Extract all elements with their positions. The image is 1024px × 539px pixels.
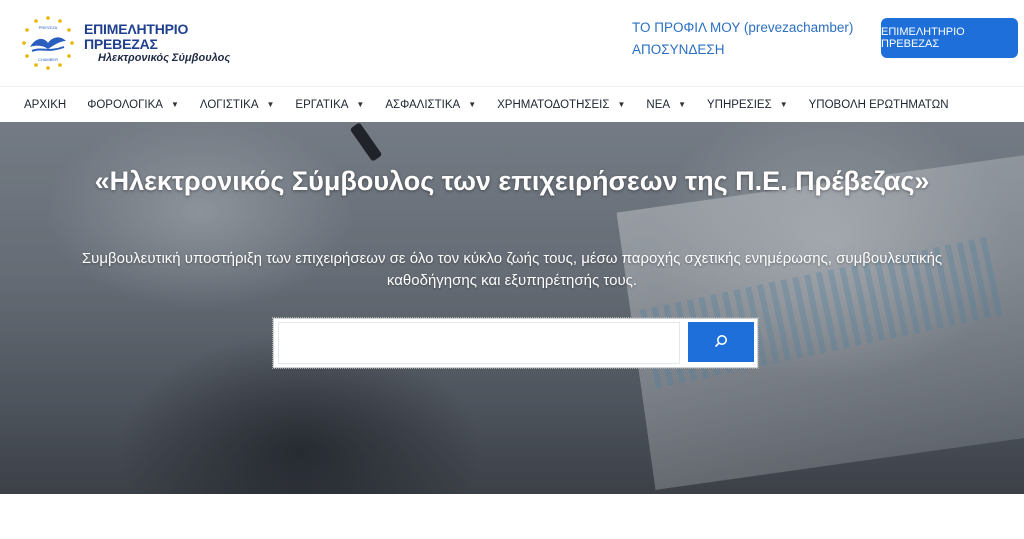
nav-item-funding[interactable]: ΧΡΗΜΑΤΟΔΟΤΗΣΕΙΣ ▼ [497, 99, 625, 111]
nav-item-label: ΥΠΟΒΟΛΗ ΕΡΩΤΗΜΑΤΩΝ [808, 98, 949, 111]
search-icon [714, 334, 728, 351]
nav-item-label: ΑΣΦΑΛΙΣΤΙΚΑ [385, 98, 461, 111]
nav-item-label: ΛΟΓΙΣΤΙΚΑ [199, 98, 259, 111]
nav-item-label: ΕΡΓΑΤΙΚΑ [295, 98, 349, 111]
chamber-emblem-icon: PREVEZA CHAMBER [18, 13, 78, 73]
nav-item-submit-questions[interactable]: ΥΠΟΒΟΛΗ ΕΡΩΤΗΜΑΤΩΝ [809, 99, 949, 111]
nav-item-insurance[interactable]: ΑΣΦΑΛΙΣΤΙΚΑ ▼ [385, 99, 476, 111]
nav-item-tax[interactable]: ΦΟΡΟΛΟΓΙΚΑ ▼ [87, 99, 179, 111]
site-logo[interactable]: PREVEZA CHAMBER ΕΠΙΜΕΛΗΤΗΡΙΟ ΠΡΕΒΕΖΑΣ Ηλ… [18, 12, 248, 74]
main-navigation: ΑΡΧΙΚΗ ΦΟΡΟΛΟΓΙΚΑ ▼ ΛΟΓΙΣΤΙΚΑ ▼ ΕΡΓΑΤΙΚΑ… [0, 86, 1024, 122]
profile-link[interactable]: ΤΟ ΠΡΟΦΙΛ ΜΟΥ (prevezachamber) [632, 17, 853, 39]
svg-text:PREVEZA: PREVEZA [39, 25, 58, 30]
chevron-down-icon: ▼ [617, 100, 626, 109]
site-header: PREVEZA CHAMBER ΕΠΙΜΕΛΗΤΗΡΙΟ ΠΡΕΒΕΖΑΣ Ηλ… [0, 0, 1024, 86]
nav-item-label: ΝΕΑ [646, 98, 671, 111]
nav-item-news[interactable]: ΝΕΑ ▼ [646, 99, 686, 111]
nav-item-labor[interactable]: ΕΡΓΑΤΙΚΑ ▼ [295, 99, 364, 111]
nav-item-label: ΑΡΧΙΚΗ [24, 98, 67, 111]
search-input[interactable] [278, 322, 680, 364]
chevron-down-icon: ▼ [356, 100, 365, 109]
chevron-down-icon: ▼ [266, 100, 275, 109]
hero-description: Συμβουλευτική υποστήριξη των επιχειρήσεω… [20, 248, 1004, 292]
svg-text:CHAMBER: CHAMBER [38, 57, 58, 62]
logo-subtitle: Ηλεκτρονικός Σύμβουλος [98, 52, 231, 65]
nav-item-services[interactable]: ΥΠΗΡΕΣΙΕΣ ▼ [707, 99, 788, 111]
chevron-down-icon: ▼ [170, 100, 179, 109]
nav-item-label: ΧΡΗΜΑΤΟΔΟΤΗΣΕΙΣ [497, 98, 610, 111]
nav-item-home[interactable]: ΑΡΧΙΚΗ [24, 99, 66, 111]
chevron-down-icon: ▼ [678, 100, 686, 109]
nav-item-accounting[interactable]: ΛΟΓΙΣΤΙΚΑ ▼ [200, 99, 275, 111]
hero-description-line: Συμβουλευτική υποστήριξη των επιχειρήσεω… [81, 250, 943, 267]
hero-title: «Ηλεκτρονικός Σύμβουλος των επιχειρήσεων… [94, 166, 930, 196]
search-form [272, 317, 759, 369]
chamber-button[interactable]: ΕΠΙΜΕΛΗΤΗΡΙΟ ΠΡΕΒΕΖΑΣ [881, 18, 1018, 58]
account-links: ΤΟ ΠΡΟΦΙΛ ΜΟΥ (prevezachamber) ΑΠΟΣΥΝΔΕΣ… [632, 17, 853, 61]
nav-item-label: ΥΠΗΡΕΣΙΕΣ [706, 98, 772, 111]
hero-description-line: καθοδήγησης και εξυπηρέτησής τους. [386, 272, 638, 289]
chevron-down-icon: ▼ [468, 100, 477, 109]
logo-title: ΕΠΙΜΕΛΗΤΗΡΙΟ ΠΡΕΒΕΖΑΣ [84, 20, 189, 52]
search-button[interactable] [688, 322, 754, 362]
logout-link[interactable]: ΑΠΟΣΥΝΔΕΣΗ [632, 39, 853, 61]
nav-item-label: ΦΟΡΟΛΟΓΙΚΑ [87, 98, 163, 111]
chevron-down-icon: ▼ [779, 100, 788, 109]
hero-banner: «Ηλεκτρονικός Σύμβουλος των επιχειρήσεων… [0, 122, 1024, 494]
